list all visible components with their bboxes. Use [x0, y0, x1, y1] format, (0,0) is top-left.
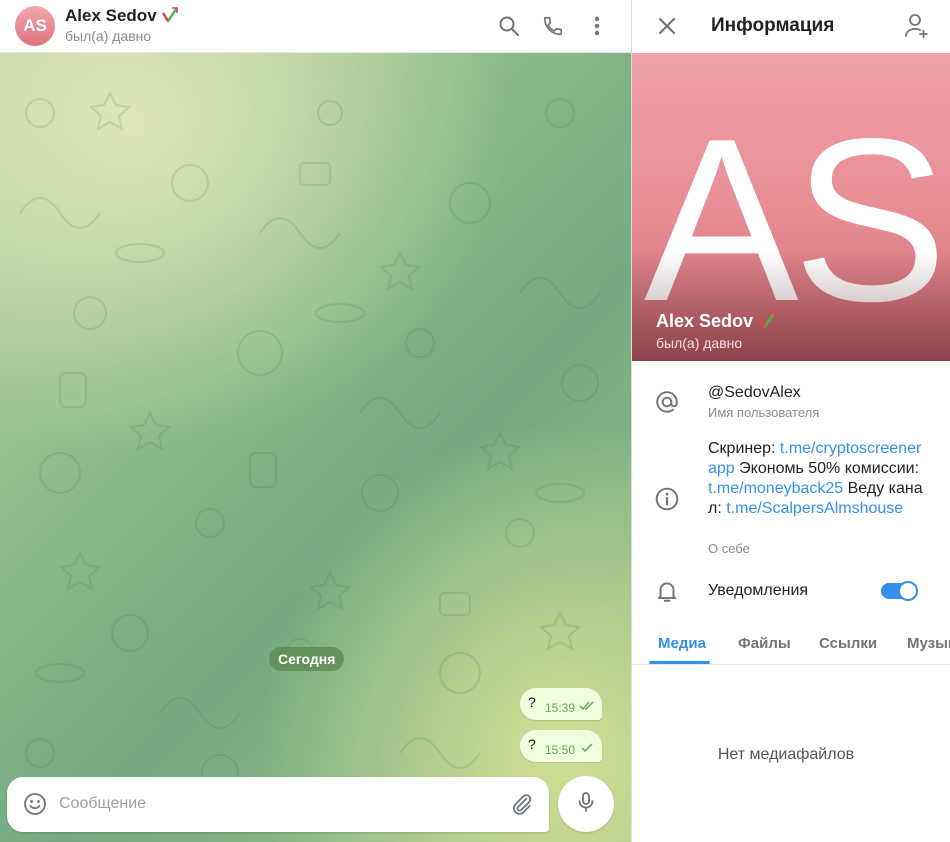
info-title: Информация	[711, 15, 835, 36]
close-icon[interactable]	[654, 13, 680, 44]
username-value[interactable]: @SedovAlex	[708, 384, 801, 402]
notifications-toggle[interactable]	[881, 581, 918, 601]
info-panel: Информация AS Alex Sedov был(а) давно @S…	[631, 0, 950, 842]
toggle-knob	[898, 581, 918, 601]
chat-title-text: Alex Sedov	[65, 6, 157, 25]
message-composer	[7, 777, 549, 832]
media-tabs: Медиа Файлы Ссылки Музыка	[632, 620, 950, 665]
chat-title[interactable]: Alex Sedov	[65, 6, 179, 29]
smile-icon[interactable]	[23, 792, 47, 821]
chat-status: был(а) давно	[65, 28, 152, 44]
bio-label: О себе	[708, 541, 750, 556]
at-sign-icon	[654, 389, 680, 420]
avatar[interactable]: AS	[15, 6, 55, 46]
tab-files[interactable]: Файлы	[738, 635, 791, 652]
active-tab-indicator	[649, 661, 710, 664]
paperclip-icon[interactable]	[510, 792, 534, 821]
bio-part: Экономь 50% комиссии:	[734, 460, 920, 477]
empty-media-text: Нет медиафайлов	[717, 746, 855, 763]
bio-text[interactable]: Скринер: t.me/cryptoscreenerapp Экономь …	[708, 439, 923, 519]
profile-name-text: Alex Sedov	[656, 311, 754, 331]
info-icon	[654, 486, 680, 517]
crypto-emoji-icon	[161, 6, 179, 29]
profile-name: Alex Sedov	[656, 310, 777, 335]
microphone-button[interactable]	[558, 776, 614, 832]
more-vertical-icon[interactable]	[583, 12, 611, 40]
add-contact-icon[interactable]	[902, 12, 928, 45]
chat-header: AS Alex Sedov был(а) давно	[0, 0, 631, 53]
profile-status: был(а) давно	[656, 335, 743, 351]
bell-icon	[654, 578, 680, 609]
date-separator: Сегодня	[269, 647, 345, 671]
profile-photo[interactable]: AS Alex Sedov был(а) давно	[632, 53, 950, 361]
doodle-pattern	[19, 90, 601, 792]
tab-links[interactable]: Ссылки	[819, 635, 877, 652]
message-input[interactable]	[59, 789, 479, 819]
phone-icon[interactable]	[539, 12, 567, 40]
notifications-label: Уведомления	[708, 582, 809, 599]
message-bubble[interactable]: ? 15:50	[520, 730, 602, 762]
info-header: Информация	[632, 0, 950, 53]
crypto-emoji-icon	[757, 310, 777, 335]
message-time: 15:50	[545, 743, 576, 757]
message-time: 15:39	[545, 701, 576, 715]
bio-link[interactable]: t.me/ScalpersAlmshouse	[726, 500, 903, 517]
microphone-icon	[574, 790, 598, 819]
chat-panel: AS Alex Sedov был(а) давно Сегодня ? 15:…	[0, 0, 631, 842]
chat-background: Сегодня ? 15:39 ? 15:50	[0, 53, 631, 842]
search-icon[interactable]	[495, 12, 523, 40]
message-text: ?	[528, 694, 536, 710]
tab-media[interactable]: Медиа	[658, 635, 706, 652]
tab-music[interactable]: Музыка	[907, 635, 950, 652]
bio-link[interactable]: t.me/moneyback25	[708, 480, 843, 497]
bio-part: Скринер:	[708, 440, 780, 457]
message-text: ?	[528, 736, 536, 752]
message-bubble[interactable]: ? 15:39	[520, 688, 602, 720]
username-label: Имя пользователя	[708, 405, 820, 420]
